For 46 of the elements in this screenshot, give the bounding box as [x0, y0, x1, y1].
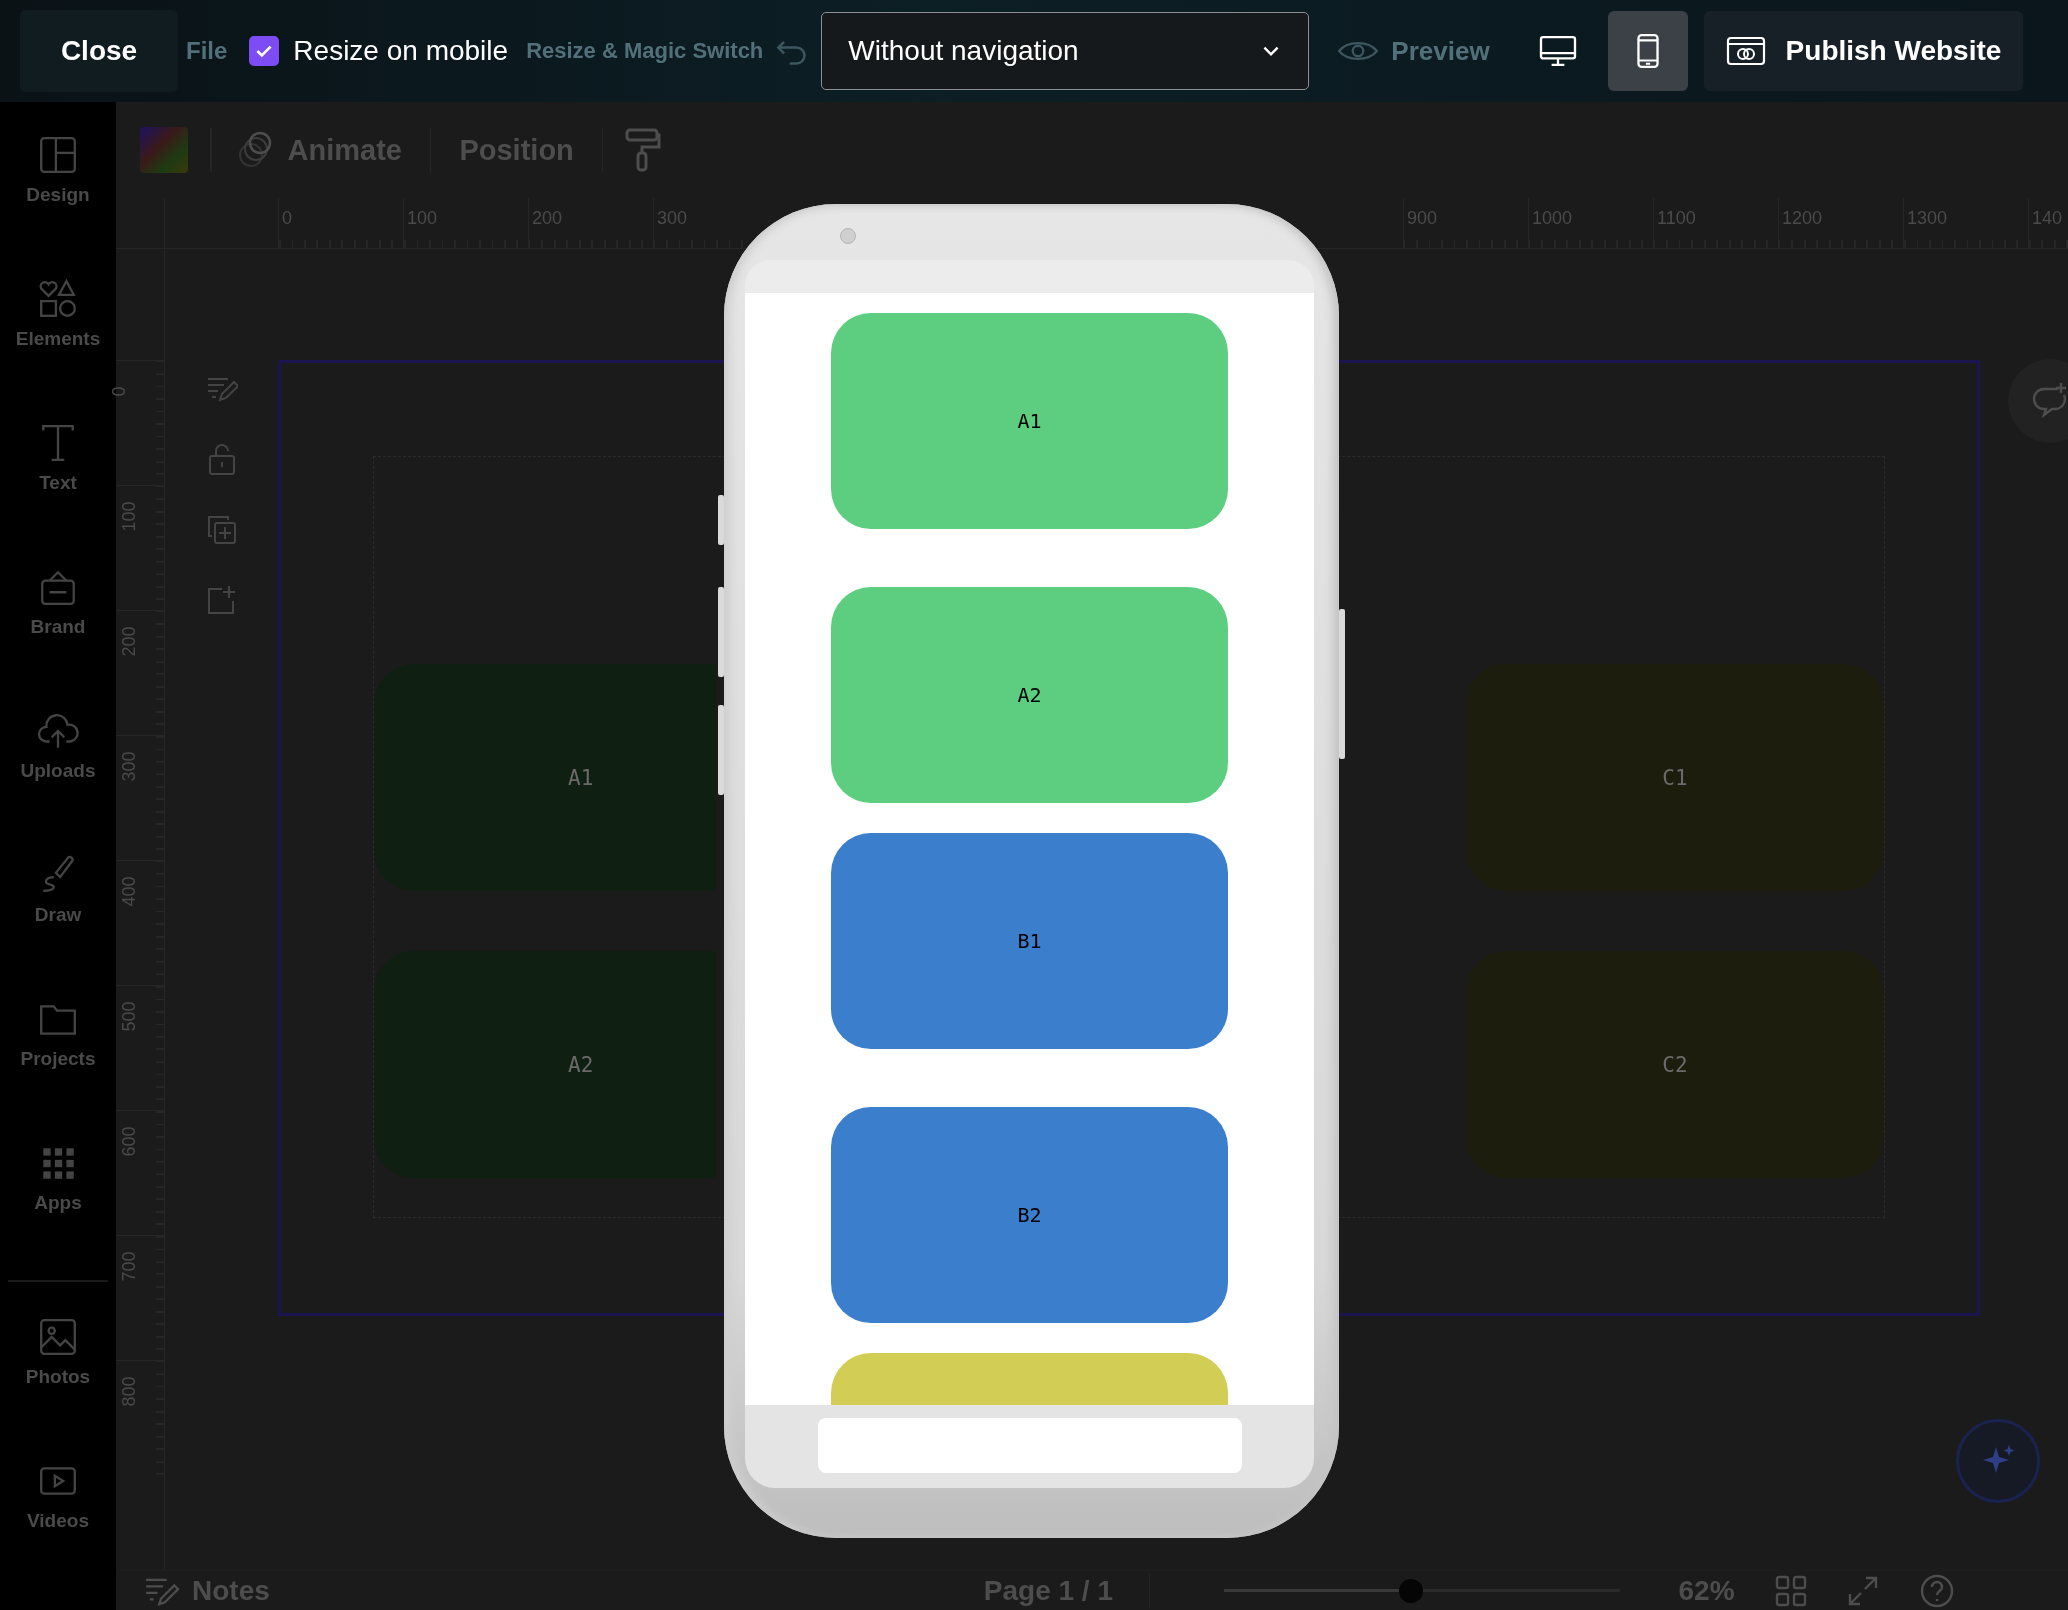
slider-thumb[interactable]	[1398, 1578, 1423, 1603]
navigation-select[interactable]: Without navigation	[821, 12, 1310, 90]
image-icon[interactable]	[37, 1316, 79, 1358]
browser-link-icon	[1725, 36, 1766, 66]
add-comment-button[interactable]	[2008, 359, 2068, 443]
ruler-label: 0	[108, 386, 130, 397]
close-button[interactable]: Close	[20, 10, 178, 92]
grid-view-icon[interactable]	[1774, 1574, 1807, 1607]
preview-card: B2	[831, 1107, 1228, 1323]
sidebar-item[interactable]: Design	[26, 184, 90, 206]
sidebar-item[interactable]: Elements	[15, 328, 101, 350]
sidebar-item[interactable]: Draw	[34, 904, 82, 926]
canvas-card[interactable]: A1	[374, 664, 716, 891]
file-menu[interactable]: File	[186, 37, 228, 65]
color-swatch[interactable]	[140, 127, 188, 173]
paint-roller-icon[interactable]	[625, 128, 662, 172]
comment-plus-icon	[2030, 381, 2068, 421]
publish-website-button[interactable]: Publish Website	[1703, 11, 2024, 91]
sidebar-item[interactable]: Videos	[27, 1510, 89, 1532]
checkbox[interactable]	[249, 36, 280, 66]
checkbox-label: Resize on mobile	[293, 35, 509, 67]
sidebar-item[interactable]: Projects	[20, 1048, 96, 1070]
canvas-card[interactable]: C1	[1466, 664, 1884, 891]
duplicate-icon[interactable]	[205, 514, 238, 546]
add-page-icon[interactable]	[205, 584, 238, 616]
shapes-icon[interactable]	[37, 278, 79, 320]
sidebar-item[interactable]: Uploads	[20, 760, 96, 782]
canvas-card[interactable]: A2	[374, 951, 716, 1178]
phone-icon	[1635, 33, 1660, 69]
preview-card: A1	[831, 313, 1228, 529]
mobile-view-button[interactable]	[1607, 11, 1688, 91]
resize-menu[interactable]: Resize & Magic Switch	[526, 38, 764, 64]
sidebar-item[interactable]: Photos	[25, 1366, 91, 1388]
layout-icon[interactable]	[37, 134, 79, 176]
sidebar-item[interactable]: Apps	[34, 1192, 82, 1214]
monitor-icon	[1537, 34, 1578, 68]
help-icon[interactable]	[1918, 1572, 1955, 1609]
sidebar-item[interactable]: Text	[39, 472, 77, 494]
lock-icon[interactable]	[206, 442, 237, 476]
fullscreen-icon[interactable]	[1846, 1574, 1879, 1607]
preview-button[interactable]: Preview	[1391, 35, 1490, 67]
camera-dot	[840, 228, 856, 244]
canvas-card[interactable]: C2	[1466, 951, 1884, 1178]
preview-card: B1	[831, 833, 1228, 1049]
sidebar-item[interactable]: Brand	[30, 616, 86, 638]
preview-card: A2	[831, 587, 1228, 803]
